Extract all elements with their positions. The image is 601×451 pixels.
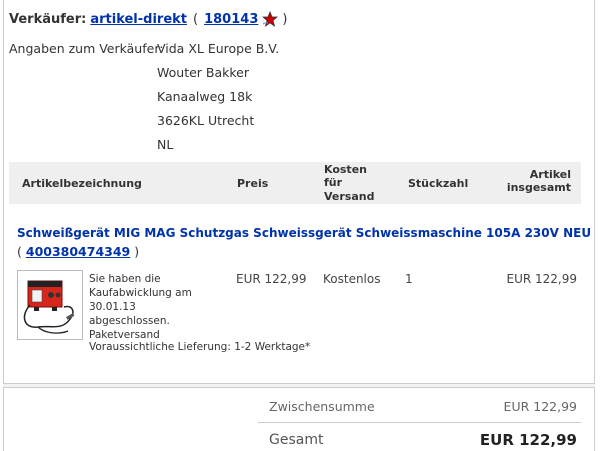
item-total: EUR 122,99 xyxy=(506,272,577,286)
shipping-method: Paketversand xyxy=(89,329,160,341)
seller-rating-link[interactable]: 180143 xyxy=(204,12,258,27)
subtotal-label: Zwischensumme xyxy=(269,399,375,414)
purchase-status: Sie haben die Kaufabwicklung am 30.01.13… xyxy=(89,272,239,342)
delivery-estimate: Voraussichtliche Lieferung: 1-2 Werktage… xyxy=(89,341,311,353)
address-line: 3626KL Utrecht xyxy=(157,113,255,128)
col-header-total-1: Artikel xyxy=(529,168,571,181)
col-header-shipping-1: Kosten xyxy=(324,163,367,176)
total-value: EUR 122,99 xyxy=(479,431,577,449)
item-shipping-cost: Kostenlos xyxy=(323,272,381,286)
col-header-price: Preis xyxy=(237,177,269,190)
rating-open-paren: ( xyxy=(193,11,199,27)
address-line: Vida XL Europe B.V. xyxy=(157,41,280,56)
welder-image-icon xyxy=(23,280,75,334)
total-label: Gesamt xyxy=(269,432,324,448)
item-title-link[interactable]: Schweißgerät MIG MAG Schutzgas Schweissg… xyxy=(17,226,591,240)
col-header-shipping-2: für xyxy=(324,176,343,189)
table-header: Artikelbezeichnung Preis Kosten für Vers… xyxy=(9,162,581,204)
col-header-total-2: insgesamt xyxy=(506,181,571,194)
status-line: abgeschlossen. xyxy=(89,315,170,327)
seller-row: Verkäufer: artikel-direkt ( 180143 ) xyxy=(9,11,287,27)
seller-label: Verkäufer: xyxy=(9,11,87,27)
item-number-row: ( 400380474349 ) xyxy=(17,244,139,259)
summary-divider xyxy=(258,422,581,423)
rating-close-paren: ) xyxy=(282,11,288,27)
status-line: Kaufabwicklung am 30.01.13 xyxy=(89,287,192,313)
item-number-link[interactable]: 400380474349 xyxy=(26,244,130,259)
item-price: EUR 122,99 xyxy=(236,272,307,286)
product-thumbnail[interactable] xyxy=(17,270,83,340)
address-line: Wouter Bakker xyxy=(157,65,249,80)
item-open-paren: ( xyxy=(17,244,22,259)
star-icon[interactable] xyxy=(262,11,279,27)
subtotal-value: EUR 122,99 xyxy=(503,399,577,414)
item-quantity: 1 xyxy=(405,272,413,286)
col-header-item: Artikelbezeichnung xyxy=(22,177,142,190)
section-divider xyxy=(3,383,595,388)
seller-name-link[interactable]: artikel-direkt xyxy=(90,12,187,27)
seller-info-label: Angaben zum Verkäufer: xyxy=(9,41,164,56)
address-line: NL xyxy=(157,137,174,152)
item-close-paren: ) xyxy=(134,244,140,259)
address-line: Kanaalweg 18k xyxy=(157,89,253,104)
col-header-quantity: Stückzahl xyxy=(408,177,469,190)
col-header-shipping-3: Versand xyxy=(324,190,375,203)
status-line: Sie haben die xyxy=(89,273,161,285)
